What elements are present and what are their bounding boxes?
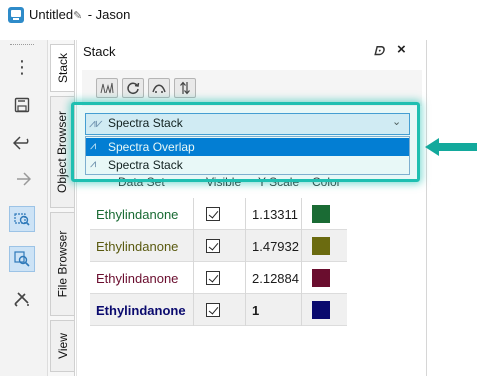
checkbox[interactable] (206, 239, 220, 253)
close-panel-icon[interactable]: × (397, 41, 406, 58)
window-title-text: Untitled (29, 7, 74, 22)
window-title: Untitled✎ - Jason (29, 7, 130, 22)
row-dataset-name: Ethylindanone (90, 198, 194, 230)
row-visible-checkbox[interactable] (194, 262, 246, 294)
checkbox[interactable] (206, 271, 220, 285)
row-y-scale[interactable]: 1.47932 (246, 230, 302, 262)
redo-icon[interactable] (9, 166, 35, 192)
row-visible-checkbox[interactable] (194, 230, 246, 262)
save-icon[interactable] (9, 92, 35, 118)
row-color[interactable] (302, 262, 347, 294)
row-y-scale[interactable]: 1.13311 (246, 198, 302, 230)
side-tab-strip: Stack Object Browser File Browser View (48, 40, 75, 376)
stack-icon[interactable] (148, 78, 170, 98)
edit-pencil-icon: ✎ (73, 10, 83, 22)
app-logo-icon (8, 7, 24, 23)
row-color[interactable] (302, 230, 347, 262)
color-swatch[interactable] (312, 237, 330, 255)
tab-view[interactable]: View (50, 320, 74, 372)
tab-file-browser-label: File Browser (55, 230, 70, 298)
color-swatch[interactable] (312, 205, 330, 223)
spectra-overlay-icon[interactable] (96, 78, 118, 98)
annotation-arrow-icon (425, 138, 477, 156)
cursor-tool-icon[interactable] (9, 286, 35, 312)
row-dataset-name: Ethylindanone (90, 230, 194, 262)
row-color[interactable] (302, 294, 347, 326)
checkbox[interactable] (206, 303, 220, 317)
tab-stack-label: Stack (55, 52, 70, 84)
color-swatch[interactable] (312, 301, 330, 319)
left-toolbar: ⋮ (0, 40, 48, 376)
more-vertical-icon[interactable]: ⋮ (9, 54, 35, 80)
row-visible-checkbox[interactable] (194, 198, 246, 230)
row-y-scale[interactable]: 1 (246, 294, 302, 326)
pin-panel-icon[interactable]: ᗠ (374, 44, 384, 59)
row-color[interactable] (302, 198, 347, 230)
checkbox[interactable] (206, 207, 220, 221)
annotation-highlight-box (71, 102, 420, 182)
undo-icon[interactable] (9, 130, 35, 156)
sort-icon[interactable] (174, 78, 196, 98)
row-visible-checkbox[interactable] (194, 294, 246, 326)
table-row[interactable]: Ethylindanone 2.12884 (90, 262, 347, 294)
toolbar-grip[interactable] (10, 44, 34, 48)
table-row[interactable]: Ethylindanone 1.13311 (90, 198, 347, 230)
refresh-icon[interactable] (122, 78, 144, 98)
tab-view-label: View (55, 333, 70, 359)
row-dataset-name: Ethylindanone (90, 294, 194, 326)
tab-file-browser[interactable]: File Browser (50, 212, 74, 316)
tab-object-browser-label: Object Browser (55, 110, 70, 194)
row-dataset-name: Ethylindanone (90, 262, 194, 294)
table-row[interactable]: Ethylindanone 1.47932 (90, 230, 347, 262)
window-title-suffix: - Jason (84, 7, 131, 22)
row-y-scale[interactable]: 2.12884 (246, 262, 302, 294)
zoom-icon[interactable] (9, 206, 35, 232)
table-row[interactable]: Ethylindanone 1 (90, 294, 347, 326)
tab-stack[interactable]: Stack (50, 44, 74, 92)
color-swatch[interactable] (312, 269, 330, 287)
zoom-region-icon[interactable] (9, 246, 35, 272)
panel-title: Stack (83, 44, 116, 59)
